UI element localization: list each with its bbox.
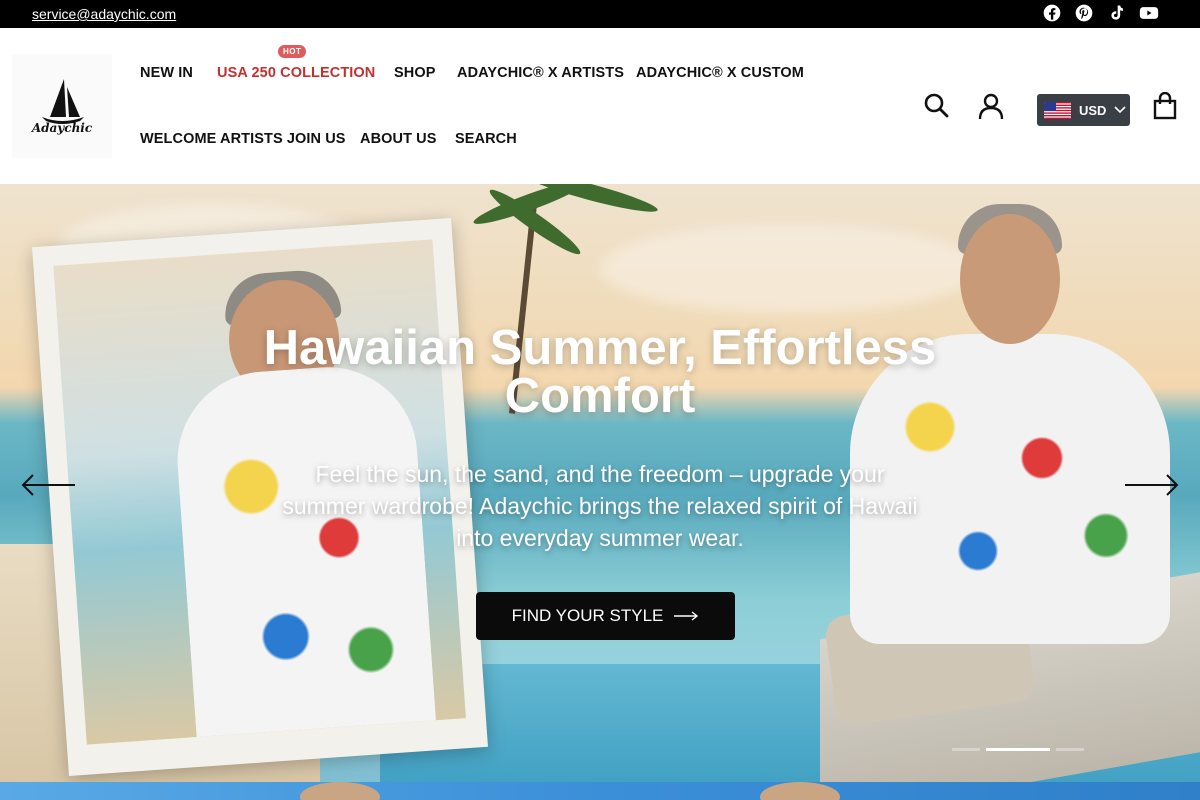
prev-slide-arrow-icon[interactable] [20,470,78,500]
slide-dot-1[interactable] [952,748,980,751]
brand-logo[interactable]: Adaychic [12,54,112,158]
nav-shop[interactable]: SHOP [394,65,436,81]
nav-usa-250-collection[interactable]: USA 250 COLLECTION [217,65,375,81]
arrow-right-icon [674,611,699,621]
nav-search[interactable]: SEARCH [455,131,517,147]
cloud [600,224,980,314]
currency-code: USD [1079,102,1107,118]
account-icon[interactable] [977,92,1005,120]
cart-icon[interactable] [1153,92,1177,120]
model-head [760,782,840,800]
flag-icon [1044,101,1071,119]
nav-new-in[interactable]: NEW IN [140,65,193,81]
slide-indicators [952,748,1084,751]
hot-badge: HOT [278,45,307,58]
pinterest-icon[interactable] [1074,3,1094,23]
hero-slideshow: Hawaiian Summer, Effortless Comfort Feel… [0,184,1200,782]
next-section-banner [0,782,1200,800]
model-head [300,782,380,800]
tiktok-icon[interactable] [1106,3,1126,23]
nav-adaychic-artists[interactable]: ADAYCHIC® X ARTISTS [457,65,624,81]
facebook-icon[interactable] [1042,3,1062,23]
hero-content: Hawaiian Summer, Effortless Comfort Feel… [0,324,1200,554]
find-your-style-button[interactable]: FIND YOUR STYLE [476,592,735,640]
hero-title: Hawaiian Summer, Effortless Comfort [263,321,937,423]
currency-selector[interactable]: USD [1037,94,1130,126]
social-links [1042,3,1160,23]
nav-about-us[interactable]: ABOUT US [360,131,437,147]
nav-adaychic-custom[interactable]: ADAYCHIC® X CUSTOM [636,65,804,81]
slide-dot-2[interactable] [986,748,1050,751]
logo-wordmark: Adaychic [31,121,93,135]
top-bar: service@adaychic.com [0,0,1200,28]
sailboat-logo-icon [42,79,84,124]
search-icon[interactable] [923,92,949,118]
cta-label: FIND YOUR STYLE [511,606,664,625]
nav-welcome-artists[interactable]: WELCOME ARTISTS JOIN US [140,131,346,147]
slide-dot-3[interactable] [1056,748,1084,751]
service-email-link[interactable]: service@adaychic.com [32,6,176,22]
youtube-icon[interactable] [1138,3,1160,23]
site-header: Adaychic HOT NEW IN USA 250 COLLECTION S… [0,28,1200,184]
hero-subtitle: Feel the sun, the sand, and the freedom … [282,461,918,551]
next-slide-arrow-icon[interactable] [1122,470,1180,500]
chevron-down-icon [1114,106,1127,114]
